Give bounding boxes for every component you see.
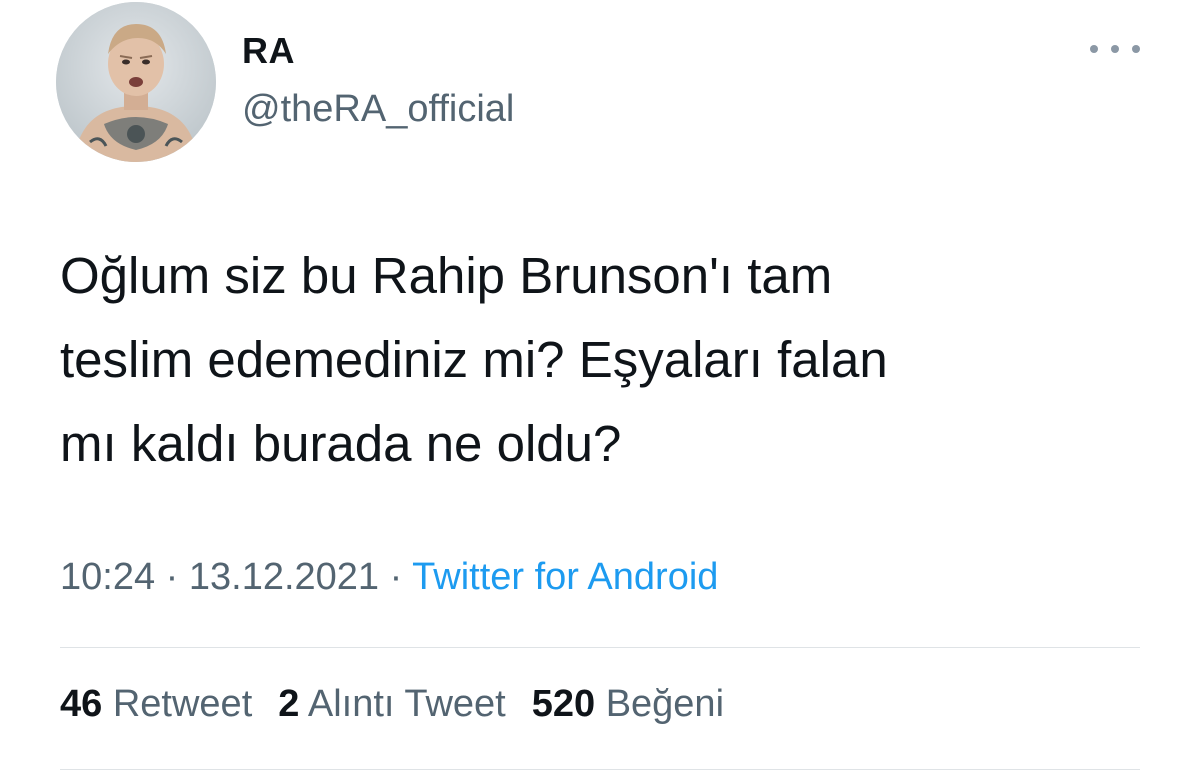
tweet-source-link[interactable]: Twitter for Android (412, 556, 718, 598)
meta-separator: · (165, 556, 179, 598)
author-display-name[interactable]: RA (242, 30, 295, 72)
divider (60, 647, 1140, 648)
retweet-count-label: Retweet (112, 683, 253, 725)
more-dot (1090, 45, 1098, 53)
tweet-stats: 46 Retweet 2 Alıntı Tweet 520 Beğeni (60, 683, 724, 726)
divider (60, 769, 1140, 770)
more-dot (1111, 45, 1119, 53)
quote-tweet-count-label: Alıntı Tweet (307, 683, 506, 725)
quote-tweet-count-value: 2 (278, 683, 300, 725)
retweet-count-value: 46 (60, 683, 103, 725)
tweet-date[interactable]: 13.12.2021 (189, 556, 379, 598)
avatar[interactable] (56, 2, 216, 162)
tweet-time[interactable]: 10:24 (60, 556, 155, 598)
like-count-label: Beğeni (605, 683, 725, 725)
tweet-card: RA @theRA_official Oğlum siz bu Rahip Br… (0, 0, 1200, 775)
tweet-text: Oğlum siz bu Rahip Brunson'ı tam teslim … (60, 247, 888, 472)
meta-separator: · (389, 556, 403, 598)
tweet-metadata: 10:24 · 13.12.2021 · Twitter for Android (60, 556, 718, 599)
more-horizontal-icon[interactable] (1090, 34, 1140, 64)
more-dot (1132, 45, 1140, 53)
quote-tweet-count[interactable]: 2 Alıntı Tweet (278, 683, 505, 726)
like-count-value: 520 (531, 683, 596, 725)
avatar-image (56, 2, 216, 162)
like-count[interactable]: 520 Beğeni (532, 683, 724, 726)
retweet-count[interactable]: 46 Retweet (60, 683, 252, 726)
author-handle[interactable]: @theRA_official (242, 88, 514, 131)
